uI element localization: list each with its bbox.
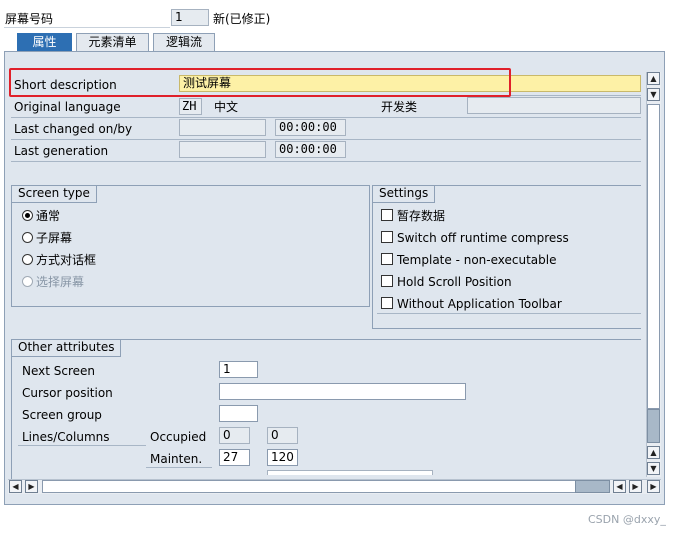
scroll-up-icon[interactable]: ▼: [647, 88, 660, 101]
next-screen-input[interactable]: 1: [219, 361, 258, 378]
scroll-left-icon[interactable]: ◀: [613, 480, 626, 493]
scroll-left-first-icon[interactable]: ◀: [9, 480, 22, 493]
lines-columns-label: Lines/Columns: [22, 430, 110, 444]
occupied-columns-field: 0: [267, 427, 298, 444]
next-screen-label: Next Screen: [22, 364, 96, 378]
occupied-label: Occupied: [150, 430, 207, 444]
screen-status-text: 新(已修正): [213, 12, 271, 26]
checkbox-hold-data[interactable]: [381, 209, 393, 221]
last-generation-time-field: 00:00:00: [275, 141, 346, 158]
scroll-right-first-icon[interactable]: ▶: [25, 480, 38, 493]
radio-modal-dialog-label: 方式对话框: [36, 253, 97, 267]
radio-normal[interactable]: [22, 210, 33, 221]
row-divider: [146, 467, 212, 468]
horizontal-scroll-thumb[interactable]: [575, 480, 610, 493]
radio-selection-screen: [22, 276, 33, 287]
mainten-columns-input[interactable]: 120: [267, 449, 298, 466]
screen-type-title: Screen type: [11, 185, 97, 203]
checkbox-no-app-toolbar-label: Without Application Toolbar: [397, 297, 562, 311]
mainten-label: Mainten.: [150, 452, 203, 466]
radio-selection-screen-label: 选择屏幕: [36, 275, 85, 289]
radio-modal-dialog[interactable]: [22, 254, 33, 265]
last-changed-label: Last changed on/by: [14, 122, 133, 136]
annotation-highlight-box: [9, 68, 511, 97]
settings-title: Settings: [372, 185, 436, 203]
row-divider: [18, 445, 146, 446]
scroll-end-icon[interactable]: ▶: [647, 480, 660, 493]
partial-field: [267, 470, 433, 475]
checkbox-template-label: Template - non-executable: [397, 253, 557, 267]
row-divider: [11, 139, 641, 140]
watermark-text: CSDN @dxxy_: [588, 513, 666, 526]
checkbox-no-app-toolbar[interactable]: [381, 297, 393, 309]
checkbox-hold-scroll[interactable]: [381, 275, 393, 287]
horizontal-scroll-track[interactable]: [42, 480, 610, 493]
settings-divider: [377, 313, 641, 314]
other-attributes-title: Other attributes: [11, 339, 122, 357]
last-generation-label: Last generation: [14, 144, 109, 158]
original-language-name: 中文: [214, 100, 239, 114]
radio-subscreen-label: 子屏幕: [36, 231, 73, 245]
checkbox-hold-data-label: 暂存数据: [397, 209, 446, 223]
last-generation-date-field: [179, 141, 266, 158]
tab-attributes[interactable]: 属性: [17, 33, 72, 52]
dev-class-label: 开发类: [381, 100, 418, 114]
cursor-position-input[interactable]: [219, 383, 466, 400]
scroll-down-bottom-icon[interactable]: ▼: [647, 462, 660, 475]
original-language-code-field: ZH: [179, 98, 202, 115]
radio-normal-label: 通常: [36, 209, 61, 223]
checkbox-hold-scroll-label: Hold Scroll Position: [397, 275, 512, 289]
tab-element-list[interactable]: 元素清单: [76, 33, 149, 51]
screen-group-label: Screen group: [22, 408, 102, 422]
checkbox-runtime-compress-label: Switch off runtime compress: [397, 231, 569, 245]
screen-number-field: 1: [171, 9, 209, 26]
mainten-lines-input[interactable]: 27: [219, 449, 250, 466]
row-divider: [11, 117, 641, 118]
vertical-scroll-thumb[interactable]: [647, 409, 660, 443]
row-divider: [11, 161, 641, 162]
vertical-scroll-track[interactable]: [647, 104, 660, 409]
scroll-down-icon[interactable]: ▲: [647, 446, 660, 459]
dev-class-field: [467, 97, 641, 114]
original-language-label: Original language: [14, 100, 121, 114]
other-attributes-group: Other attributes: [11, 339, 641, 479]
occupied-lines-field: 0: [219, 427, 250, 444]
scroll-up-top-icon[interactable]: ▲: [647, 72, 660, 85]
header-divider: [4, 27, 170, 28]
tab-flow-logic[interactable]: 逻辑流: [153, 33, 215, 51]
cursor-position-label: Cursor position: [22, 386, 113, 400]
last-changed-date-field: [179, 119, 266, 136]
screen-number-label: 屏幕号码: [5, 12, 54, 26]
radio-subscreen[interactable]: [22, 232, 33, 243]
scroll-right-icon[interactable]: ▶: [629, 480, 642, 493]
checkbox-runtime-compress[interactable]: [381, 231, 393, 243]
screen-group-input[interactable]: [219, 405, 258, 422]
last-changed-time-field: 00:00:00: [275, 119, 346, 136]
checkbox-template[interactable]: [381, 253, 393, 265]
